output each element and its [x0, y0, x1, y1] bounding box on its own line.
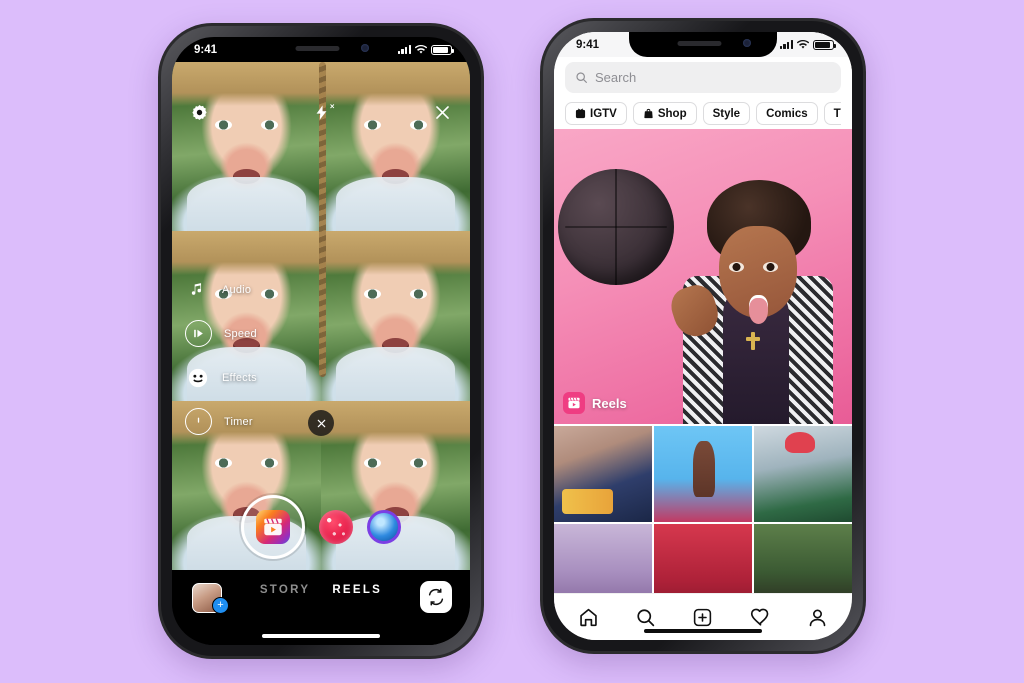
- explore-grid: Reels: [554, 129, 852, 640]
- search-input[interactable]: Search: [565, 62, 841, 93]
- chip-shop[interactable]: Shop: [632, 102, 697, 125]
- chip-comics-label: Comics: [766, 107, 808, 120]
- flip-camera-button[interactable]: [420, 581, 452, 613]
- explore-page: Search IGTV Shop Style Comics T Reels: [554, 32, 852, 640]
- reels-clapperboard-icon: [563, 392, 585, 414]
- phone-left-screen: × Audio Speed Effects Timer + STORY REEL…: [172, 37, 470, 645]
- search-icon: [576, 72, 587, 83]
- signal-bars-icon: [397, 45, 411, 54]
- featured-person: [666, 174, 842, 424]
- igtv-icon: [575, 108, 586, 119]
- category-chips: IGTV Shop Style Comics T: [565, 102, 841, 129]
- featured-reel[interactable]: Reels: [554, 129, 852, 424]
- tool-audio[interactable]: Audio: [185, 277, 257, 302]
- plus-box-icon[interactable]: [692, 607, 713, 628]
- speed-icon: [185, 320, 212, 347]
- chip-shop-label: Shop: [657, 107, 687, 120]
- basketball: [558, 169, 674, 285]
- reels-badge: Reels: [563, 392, 627, 414]
- explore-tile-3[interactable]: [754, 426, 852, 522]
- tool-speed-label: Speed: [224, 327, 257, 340]
- shopping-bag-icon: [644, 108, 653, 119]
- phone-left-frame: × Audio Speed Effects Timer + STORY REEL…: [158, 23, 484, 659]
- chip-tv-movies-label: TV & Movies: [833, 107, 841, 120]
- phone-right-frame: Search IGTV Shop Style Comics T Reels 9:…: [540, 18, 866, 654]
- chip-tv-movies[interactable]: TV & Movies: [823, 102, 841, 125]
- home-indicator-right: [644, 628, 762, 633]
- poster-canvas: × Audio Speed Effects Timer + STORY REEL…: [0, 0, 1024, 683]
- tool-timer[interactable]: Timer: [185, 408, 257, 435]
- close-icon[interactable]: [433, 103, 452, 122]
- camera-viewfinder[interactable]: × Audio Speed Effects Timer: [172, 62, 470, 570]
- tool-effects-label: Effects: [222, 371, 257, 384]
- gem-effect[interactable]: [367, 510, 401, 544]
- gear-icon[interactable]: [190, 103, 209, 122]
- reels-clapperboard-icon: [256, 510, 290, 544]
- effects-carousel: [172, 494, 470, 560]
- home-indicator-left: [262, 633, 380, 638]
- heart-icon[interactable]: [750, 607, 771, 628]
- chip-style[interactable]: Style: [702, 102, 751, 125]
- search-placeholder: Search: [595, 70, 637, 85]
- phone-notch-right: [629, 32, 777, 57]
- tool-audio-label: Audio: [222, 283, 252, 296]
- home-icon[interactable]: [578, 607, 599, 628]
- reels-badge-label: Reels: [592, 395, 627, 411]
- timer-icon: [185, 408, 212, 435]
- music-note-icon: [185, 277, 210, 302]
- chip-comics[interactable]: Comics: [756, 102, 818, 125]
- tool-timer-label: Timer: [224, 415, 253, 428]
- chip-igtv-label: IGTV: [590, 107, 617, 120]
- wifi-icon: [797, 40, 809, 49]
- search-icon[interactable]: [635, 607, 656, 628]
- status-time: 9:41: [194, 43, 218, 56]
- chip-style-label: Style: [712, 107, 741, 120]
- chip-igtv[interactable]: IGTV: [565, 102, 627, 125]
- dismiss-effect-button[interactable]: [308, 410, 334, 436]
- camera-tools-menu: Audio Speed Effects Timer: [185, 277, 257, 435]
- phone-right-screen: Search IGTV Shop Style Comics T Reels 9:…: [554, 32, 852, 640]
- gallery-add-badge[interactable]: +: [212, 597, 229, 614]
- mode-reels[interactable]: REELS: [332, 584, 382, 596]
- explore-tile-2[interactable]: [654, 426, 752, 522]
- battery-icon: [431, 44, 455, 55]
- status-time: 9:41: [576, 38, 600, 51]
- tool-speed[interactable]: Speed: [185, 320, 257, 347]
- flash-off-icon[interactable]: ×: [313, 102, 335, 122]
- record-button[interactable]: [241, 495, 305, 559]
- person-icon[interactable]: [807, 607, 828, 628]
- tool-effects[interactable]: Effects: [185, 365, 257, 390]
- camera-top-controls: ×: [172, 95, 470, 129]
- battery-icon: [813, 39, 837, 50]
- mode-story[interactable]: STORY: [260, 584, 310, 596]
- explore-tile-1[interactable]: [554, 426, 652, 522]
- smiley-face-icon: [185, 365, 210, 390]
- phone-notch-left: [247, 37, 395, 62]
- wifi-icon: [415, 45, 427, 54]
- glitter-effect[interactable]: [319, 510, 353, 544]
- signal-bars-icon: [779, 40, 793, 49]
